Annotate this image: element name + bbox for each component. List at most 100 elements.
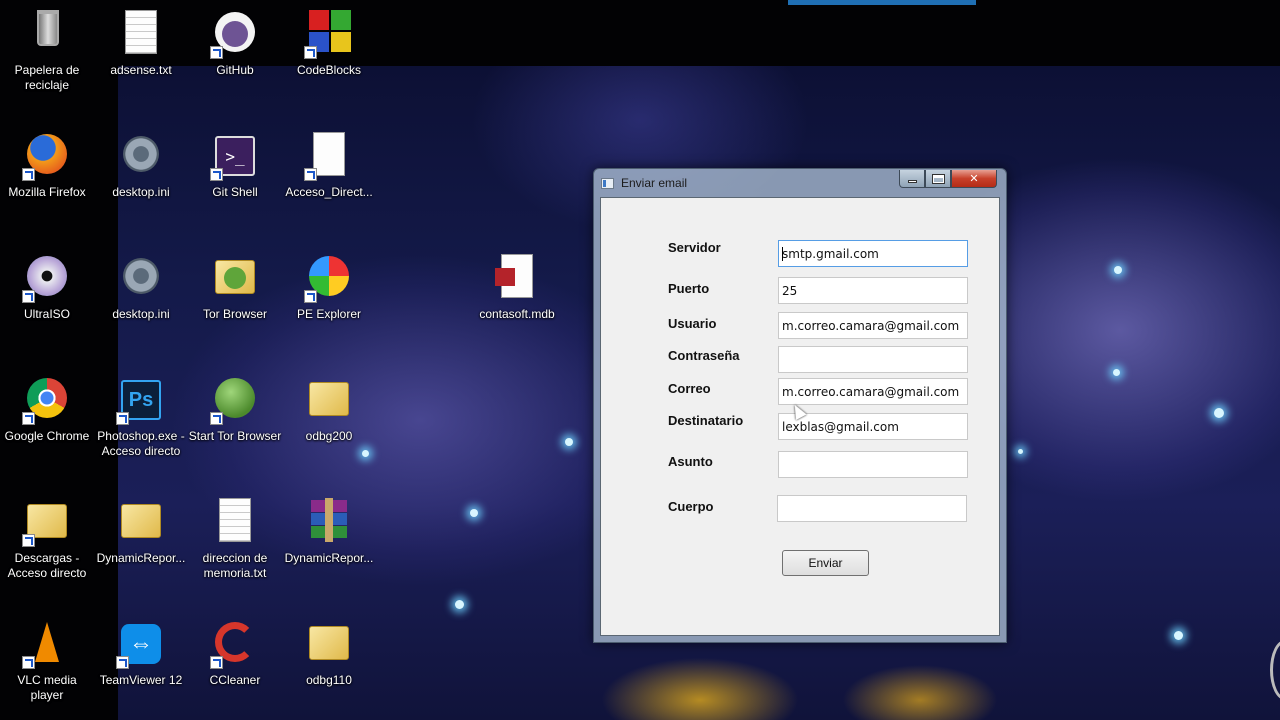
desktop-icon-label: DynamicRepor... xyxy=(284,551,374,565)
desktop-icon-label: Start Tor Browser xyxy=(188,429,282,443)
text-file-icon xyxy=(117,10,165,58)
servidor-label: Servidor xyxy=(668,240,721,255)
desktop-icon-label: Descargas - Acceso directo xyxy=(7,551,87,580)
desktop-icon-recycle-bin[interactable]: Papelera de reciclaje xyxy=(0,10,94,93)
desktop-icon-label: desktop.ini xyxy=(112,307,170,321)
desktop-icon-github[interactable]: GitHub xyxy=(188,10,282,78)
usuario-value: m.correo.camara@gmail.com xyxy=(782,318,960,333)
desktop-icon-pe-explorer[interactable]: PE Explorer xyxy=(282,254,376,322)
minimize-button[interactable] xyxy=(899,170,925,188)
folder-icon xyxy=(305,620,353,668)
asunto-label: Asunto xyxy=(668,454,713,469)
desktop-icon-dynamicreport-folder[interactable]: DynamicRepor... xyxy=(94,498,188,566)
contrasena-input[interactable] xyxy=(778,346,968,373)
minimize-icon xyxy=(907,180,917,183)
asunto-input[interactable] xyxy=(778,451,968,478)
star xyxy=(565,438,573,446)
puerto-label: Puerto xyxy=(668,281,710,296)
servidor-input[interactable]: smtp.gmail.com xyxy=(778,240,968,267)
destinatario-input[interactable]: lexblas@gmail.com xyxy=(778,413,968,440)
desktop-icon-descargas[interactable]: Descargas - Acceso directo xyxy=(0,498,94,581)
puerto-input[interactable]: 25 xyxy=(778,277,968,304)
window-titlebar[interactable]: Enviar email ✕ xyxy=(594,169,1006,196)
codeblocks-icon xyxy=(304,10,353,59)
desktop-icon-adsense[interactable]: adsense.txt xyxy=(94,10,188,78)
desktop-icon-ccleaner[interactable]: CCleaner xyxy=(188,620,282,688)
desktop-icon-label: DynamicRepor... xyxy=(96,551,186,565)
desktop-icon-ultraiso[interactable]: UltraISO xyxy=(0,254,94,322)
destinatario-value: lexblas@gmail.com xyxy=(782,419,899,434)
desktop-icon-label: odbg110 xyxy=(306,673,352,687)
desktop-icon-odbg200[interactable]: odbg200 xyxy=(282,376,376,444)
desktop-icon-label: Tor Browser xyxy=(202,307,267,321)
tor-folder-icon xyxy=(211,254,259,302)
maximize-button[interactable] xyxy=(925,170,951,188)
desktop-icon-direccion-memoria[interactable]: direccion de memoria.txt xyxy=(188,498,282,581)
correo-value: m.correo.camara@gmail.com xyxy=(782,384,960,399)
correo-input[interactable]: m.correo.camara@gmail.com xyxy=(778,378,968,405)
cuerpo-label: Cuerpo xyxy=(668,499,714,514)
usuario-input[interactable]: m.correo.camara@gmail.com xyxy=(778,312,968,339)
settings-file-icon xyxy=(117,254,165,302)
desktop-icon-label: PE Explorer xyxy=(296,307,362,321)
text-file-icon xyxy=(211,498,259,546)
desktop-icon-label: Papelera de reciclaje xyxy=(14,63,80,92)
desktop-icon-label: Mozilla Firefox xyxy=(8,185,86,199)
desktop-icon-desktop-ini-1[interactable]: desktop.ini xyxy=(94,132,188,200)
star xyxy=(470,509,478,517)
desktop-icon-label: GitHub xyxy=(216,63,254,77)
star xyxy=(1214,408,1224,418)
desktop-icon-start-tor-browser[interactable]: Start Tor Browser xyxy=(188,376,282,444)
tor-globe-icon xyxy=(210,376,259,425)
desktop-icon-odbg110[interactable]: odbg110 xyxy=(282,620,376,688)
desktop-icon-desktop-ini-2[interactable]: desktop.ini xyxy=(94,254,188,322)
star xyxy=(455,600,464,609)
folder-icon xyxy=(305,376,353,424)
desktop-icon-git-shell[interactable]: >_ Git Shell xyxy=(188,132,282,200)
cuerpo-input[interactable] xyxy=(777,495,967,522)
wallpaper-dark-band-left xyxy=(0,0,118,720)
desktop-icon-vlc[interactable]: VLC media player xyxy=(0,620,94,703)
pe-explorer-icon xyxy=(304,254,353,303)
desktop-icon-label: CodeBlocks xyxy=(296,63,362,77)
desktop-icon-chrome[interactable]: Google Chrome xyxy=(0,376,94,444)
close-icon: ✕ xyxy=(969,173,979,185)
desktop-icon-label: odbg200 xyxy=(305,429,353,443)
window-title: Enviar email xyxy=(621,176,688,190)
star xyxy=(1174,631,1183,640)
desktop-icon-teamviewer[interactable]: ⇔ TeamViewer 12 xyxy=(94,620,188,688)
window-app-icon xyxy=(601,178,614,189)
ultraiso-icon xyxy=(22,254,71,303)
star xyxy=(362,450,369,457)
git-shell-icon: >_ xyxy=(210,132,259,181)
chrome-icon xyxy=(22,376,71,425)
close-button[interactable]: ✕ xyxy=(951,170,997,188)
recycle-bin-icon xyxy=(23,10,71,58)
desktop-icon-dynamicreport-rar[interactable]: DynamicRepor... xyxy=(282,498,376,566)
desktop-icon-firefox[interactable]: Mozilla Firefox xyxy=(0,132,94,200)
desktop-icon-codeblocks[interactable]: CodeBlocks xyxy=(282,10,376,78)
shortcut-file-icon xyxy=(304,132,353,181)
desktop-icon-contasoft[interactable]: contasoft.mdb xyxy=(470,254,564,322)
usuario-label: Usuario xyxy=(668,316,717,331)
ccleaner-icon xyxy=(210,620,259,669)
desktop-icon-tor-browser[interactable]: Tor Browser xyxy=(188,254,282,322)
desktop-icon-label: contasoft.mdb xyxy=(479,307,555,321)
github-icon xyxy=(210,10,259,59)
access-db-icon xyxy=(493,254,541,302)
vlc-icon xyxy=(22,620,71,669)
star xyxy=(1114,266,1122,274)
winrar-icon xyxy=(305,498,353,546)
maximize-icon xyxy=(931,173,945,184)
desktop-icon-label: Google Chrome xyxy=(4,429,90,443)
downloads-folder-icon xyxy=(22,498,71,547)
desktop-icon-label: Git Shell xyxy=(212,185,258,199)
desktop-icon-label: desktop.ini xyxy=(112,185,170,199)
teamviewer-icon: ⇔ xyxy=(116,620,165,669)
correo-label: Correo xyxy=(668,381,711,396)
desktop-icon-photoshop[interactable]: Ps Photoshop.exe - Acceso directo xyxy=(94,376,188,459)
desktop-icon-acceso-directo[interactable]: Acceso_Direct... xyxy=(282,132,376,200)
photoshop-icon: Ps xyxy=(116,376,165,425)
puerto-value: 25 xyxy=(782,283,798,298)
enviar-button[interactable]: Enviar xyxy=(782,550,869,576)
